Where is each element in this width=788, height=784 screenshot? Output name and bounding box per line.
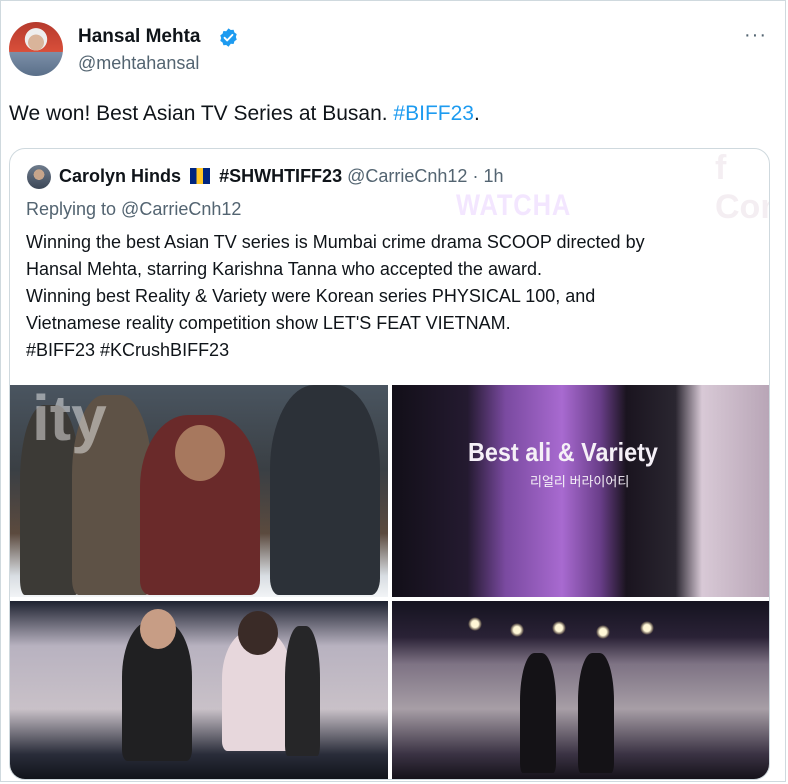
author-handle[interactable]: @mehtahansal (78, 53, 199, 74)
screen-subtitle: 리얼리 버라이어티 (530, 474, 630, 489)
quoted-body: Winning the best Asian TV series is Mumb… (26, 229, 756, 364)
media-image-best-variety[interactable] (392, 601, 769, 779)
quoted-line: Winning the best Asian TV series is Mumb… (26, 232, 645, 252)
backdrop-text-ity: ity (32, 382, 107, 454)
quoted-hashtags: #BIFF23 #KCrushBIFF23 (26, 340, 230, 360)
watcha-sign: WATCHA (456, 189, 572, 222)
quoted-line: Hansal Mehta, starring Karishna Tanna wh… (26, 259, 542, 279)
hashtag-link[interactable]: #BIFF23 (393, 102, 474, 125)
quoted-tweet[interactable]: Carolyn Hinds #SHWHTIFF23 @CarrieCnh12 ·… (9, 148, 770, 780)
quoted-line: Winning best Reality & Variety were Kore… (26, 286, 596, 306)
quoted-line: Vietnamese reality competition show LET'… (26, 313, 511, 333)
verified-badge-icon (220, 28, 237, 47)
tweet-text: We won! Best Asian TV Series at Busan. #… (9, 102, 480, 126)
replying-to[interactable]: Replying to @CarrieCnh12 (26, 199, 241, 220)
quoted-header: Carolyn Hinds #SHWHTIFF23 @CarrieCnh12 ·… (59, 166, 503, 187)
media-image-winners-stage[interactable] (10, 601, 388, 779)
tweet-body: We won! Best Asian TV Series at Busan. (9, 102, 394, 125)
backdrop-text: f Con (715, 149, 769, 226)
screen-title: Best ali & Variety (468, 437, 658, 467)
quoted-timestamp[interactable]: 1h (483, 166, 503, 186)
tweet-end: . (473, 102, 480, 125)
avatar[interactable] (9, 22, 63, 76)
quoted-name-tag: #SHWHTIFF23 (219, 166, 343, 186)
author-name[interactable]: Hansal Mehta (78, 26, 200, 48)
quoted-avatar[interactable] (27, 165, 51, 189)
separator-dot: · (472, 166, 479, 186)
quoted-author-name[interactable]: Carolyn Hinds (59, 166, 181, 186)
more-options-icon[interactable]: ··· (744, 24, 767, 47)
barbados-flag-icon (190, 168, 211, 184)
quoted-handle[interactable]: @CarrieCnh12 (347, 166, 467, 186)
media-image-stage-watcha[interactable] (392, 385, 769, 597)
